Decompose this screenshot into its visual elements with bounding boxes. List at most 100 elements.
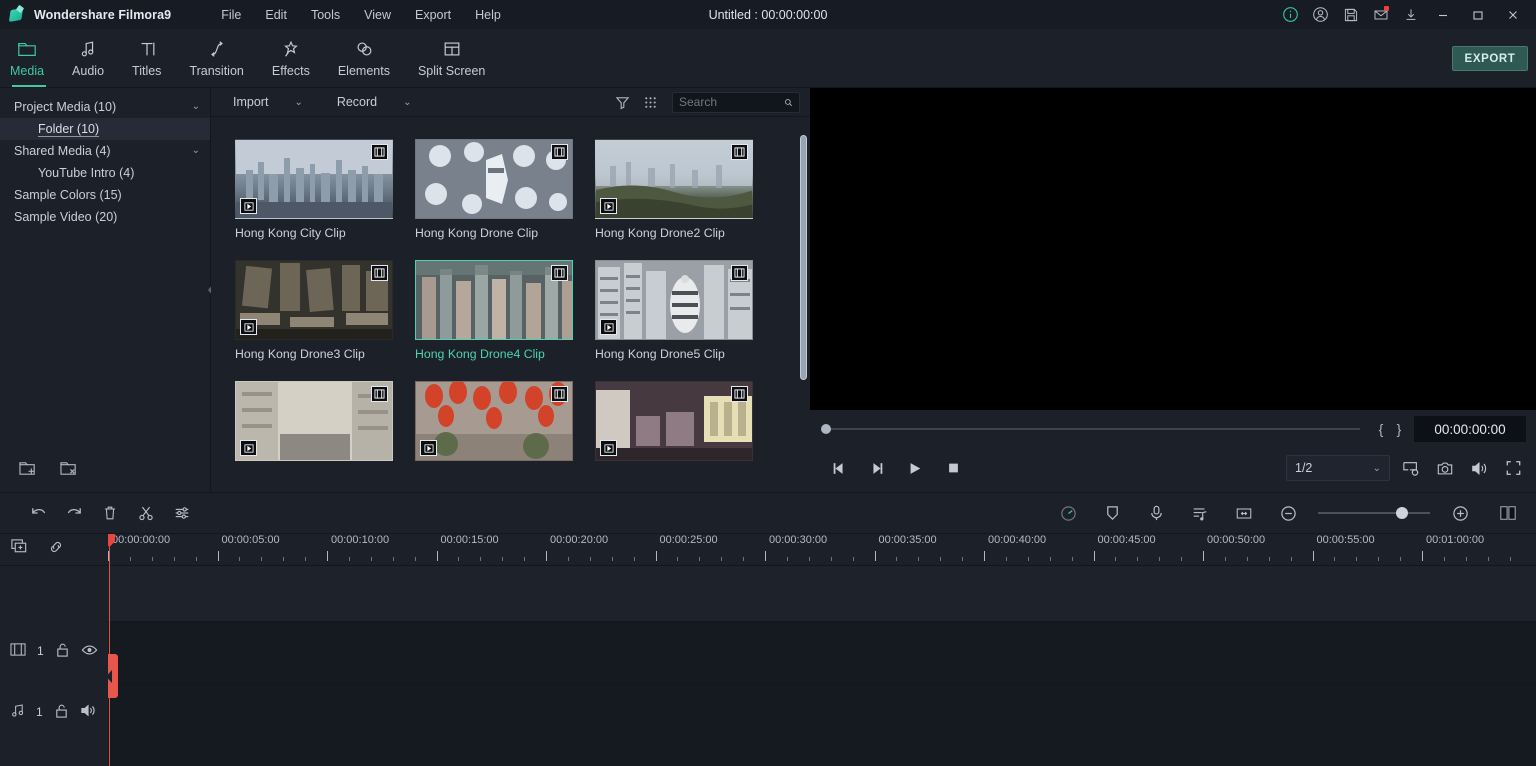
account-icon[interactable] <box>1306 0 1335 29</box>
speed-icon[interactable] <box>1050 496 1086 530</box>
preview-play-icon[interactable] <box>240 440 257 456</box>
media-thumbnail[interactable] <box>595 381 753 461</box>
media-item[interactable]: Hong Kong Drone Clip <box>415 139 573 240</box>
info-icon[interactable] <box>1276 0 1305 29</box>
menu-file[interactable]: File <box>209 4 253 26</box>
media-thumbnail[interactable] <box>235 260 393 340</box>
media-item[interactable] <box>235 381 393 468</box>
preview-timecode[interactable]: 00:00:00:00 <box>1414 416 1526 442</box>
playhead-grip[interactable] <box>108 654 118 698</box>
search-box[interactable] <box>672 91 800 113</box>
media-scrollbar-thumb[interactable] <box>800 135 807 380</box>
menu-export[interactable]: Export <box>403 4 463 26</box>
media-thumbnail[interactable] <box>235 381 393 461</box>
search-input[interactable] <box>679 95 785 109</box>
preview-play-icon[interactable] <box>420 440 437 456</box>
undo-icon[interactable] <box>20 496 56 530</box>
mark-in-button[interactable]: { <box>1372 421 1390 437</box>
menu-view[interactable]: View <box>352 4 403 26</box>
tab-transition[interactable]: Transition <box>175 29 257 87</box>
media-item-selected[interactable]: Hong Kong Drone4 Clip <box>415 260 573 361</box>
timeline-lane-audio[interactable] <box>108 686 1536 746</box>
preview-stage[interactable] <box>810 88 1536 410</box>
timeline-lane-top[interactable] <box>108 566 1536 622</box>
preview-play-icon[interactable] <box>240 319 257 335</box>
chevron-down-icon[interactable]: ⌄ <box>294 97 302 108</box>
marker-icon[interactable] <box>1094 496 1130 530</box>
sidebar-item-shared-media[interactable]: Shared Media (4) ⌄ <box>0 140 210 162</box>
preview-play-icon[interactable] <box>240 198 257 214</box>
tab-elements[interactable]: Elements <box>324 29 404 87</box>
media-thumbnail[interactable] <box>415 260 573 340</box>
timeline-lane-video[interactable] <box>108 623 1536 685</box>
media-thumbnail[interactable] <box>415 381 573 461</box>
menu-help[interactable]: Help <box>463 4 513 26</box>
display-settings-icon[interactable] <box>1398 455 1424 481</box>
timeline-tracks-area[interactable]: 00:00:00:00 00:00:05:00 00:00:10:00 00:00:1… <box>108 534 1536 766</box>
speaker-icon[interactable] <box>80 703 97 721</box>
media-scrollbar[interactable] <box>800 131 807 484</box>
zoom-in-button[interactable] <box>1442 496 1478 530</box>
import-button[interactable]: Import ⌄ <box>233 95 303 109</box>
chevron-down-icon[interactable]: ⌄ <box>403 97 411 108</box>
preview-play-icon[interactable] <box>600 319 617 335</box>
record-button[interactable]: Record ⌄ <box>337 95 412 109</box>
chevron-down-icon[interactable]: ⌄ <box>192 146 200 156</box>
minimize-button[interactable] <box>1426 0 1460 29</box>
unlock-icon[interactable] <box>54 703 69 722</box>
filter-icon[interactable] <box>608 88 636 117</box>
playback-quality-select[interactable]: 1/2 ⌄ <box>1286 455 1390 481</box>
preview-play-icon[interactable] <box>600 198 617 214</box>
settings-icon[interactable] <box>164 496 200 530</box>
unlock-icon[interactable] <box>55 642 70 661</box>
eye-icon[interactable] <box>81 643 98 660</box>
snapshot-icon[interactable] <box>1432 455 1458 481</box>
fullscreen-icon[interactable] <box>1500 455 1526 481</box>
media-thumbnail[interactable] <box>415 139 573 219</box>
tab-audio[interactable]: Audio <box>58 29 118 87</box>
menu-tools[interactable]: Tools <box>299 4 352 26</box>
split-icon[interactable] <box>128 496 164 530</box>
play-button[interactable] <box>902 455 928 481</box>
add-track-icon[interactable] <box>10 538 29 561</box>
chevron-down-icon[interactable]: ⌄ <box>1373 463 1381 474</box>
sidebar-item-sample-colors[interactable]: Sample Colors (15) <box>0 184 210 206</box>
tab-titles[interactable]: Titles <box>118 29 175 87</box>
delete-icon[interactable] <box>92 496 128 530</box>
zoom-slider[interactable] <box>1318 506 1430 520</box>
tab-media[interactable]: Media <box>0 29 58 87</box>
delete-folder-icon[interactable] <box>59 459 80 482</box>
sidebar-item-project-media[interactable]: Project Media (10) ⌄ <box>0 96 210 118</box>
sidebar-item-sample-video[interactable]: Sample Video (20) <box>0 206 210 228</box>
mark-out-button[interactable]: } <box>1390 421 1408 437</box>
audio-mixer-icon[interactable] <box>1182 496 1218 530</box>
preview-play-icon[interactable] <box>600 440 617 456</box>
tab-effects[interactable]: Effects <box>258 29 324 87</box>
preview-scrubber-handle[interactable] <box>821 424 831 434</box>
new-folder-icon[interactable] <box>18 459 39 482</box>
redo-icon[interactable] <box>56 496 92 530</box>
media-thumbnail[interactable] <box>595 260 753 340</box>
zoom-out-button[interactable] <box>1270 496 1306 530</box>
close-button[interactable] <box>1496 0 1530 29</box>
media-item[interactable] <box>595 381 753 468</box>
fit-timeline-icon[interactable] <box>1226 496 1262 530</box>
media-thumbnail[interactable] <box>235 139 393 219</box>
media-item[interactable]: Hong Kong City Clip <box>235 139 393 240</box>
media-item[interactable]: Hong Kong Drone2 Clip <box>595 139 753 240</box>
media-item[interactable]: Hong Kong Drone5 Clip <box>595 260 753 361</box>
mail-icon[interactable] <box>1366 0 1395 29</box>
maximize-button[interactable] <box>1461 0 1495 29</box>
menu-edit[interactable]: Edit <box>253 4 299 26</box>
export-button[interactable]: EXPORT <box>1452 46 1528 71</box>
media-item[interactable] <box>415 381 573 468</box>
panel-toggle-icon[interactable] <box>1490 496 1526 530</box>
tab-split-screen[interactable]: Split Screen <box>404 29 499 87</box>
stop-button[interactable] <box>940 455 966 481</box>
preview-scrubber[interactable] <box>821 424 1360 434</box>
download-icon[interactable] <box>1396 0 1425 29</box>
grid-view-icon[interactable] <box>636 88 664 117</box>
sidebar-item-youtube-intro[interactable]: YouTube Intro (4) <box>0 162 210 184</box>
next-frame-button[interactable] <box>864 455 890 481</box>
sidebar-item-folder[interactable]: Folder (10) <box>0 118 210 140</box>
